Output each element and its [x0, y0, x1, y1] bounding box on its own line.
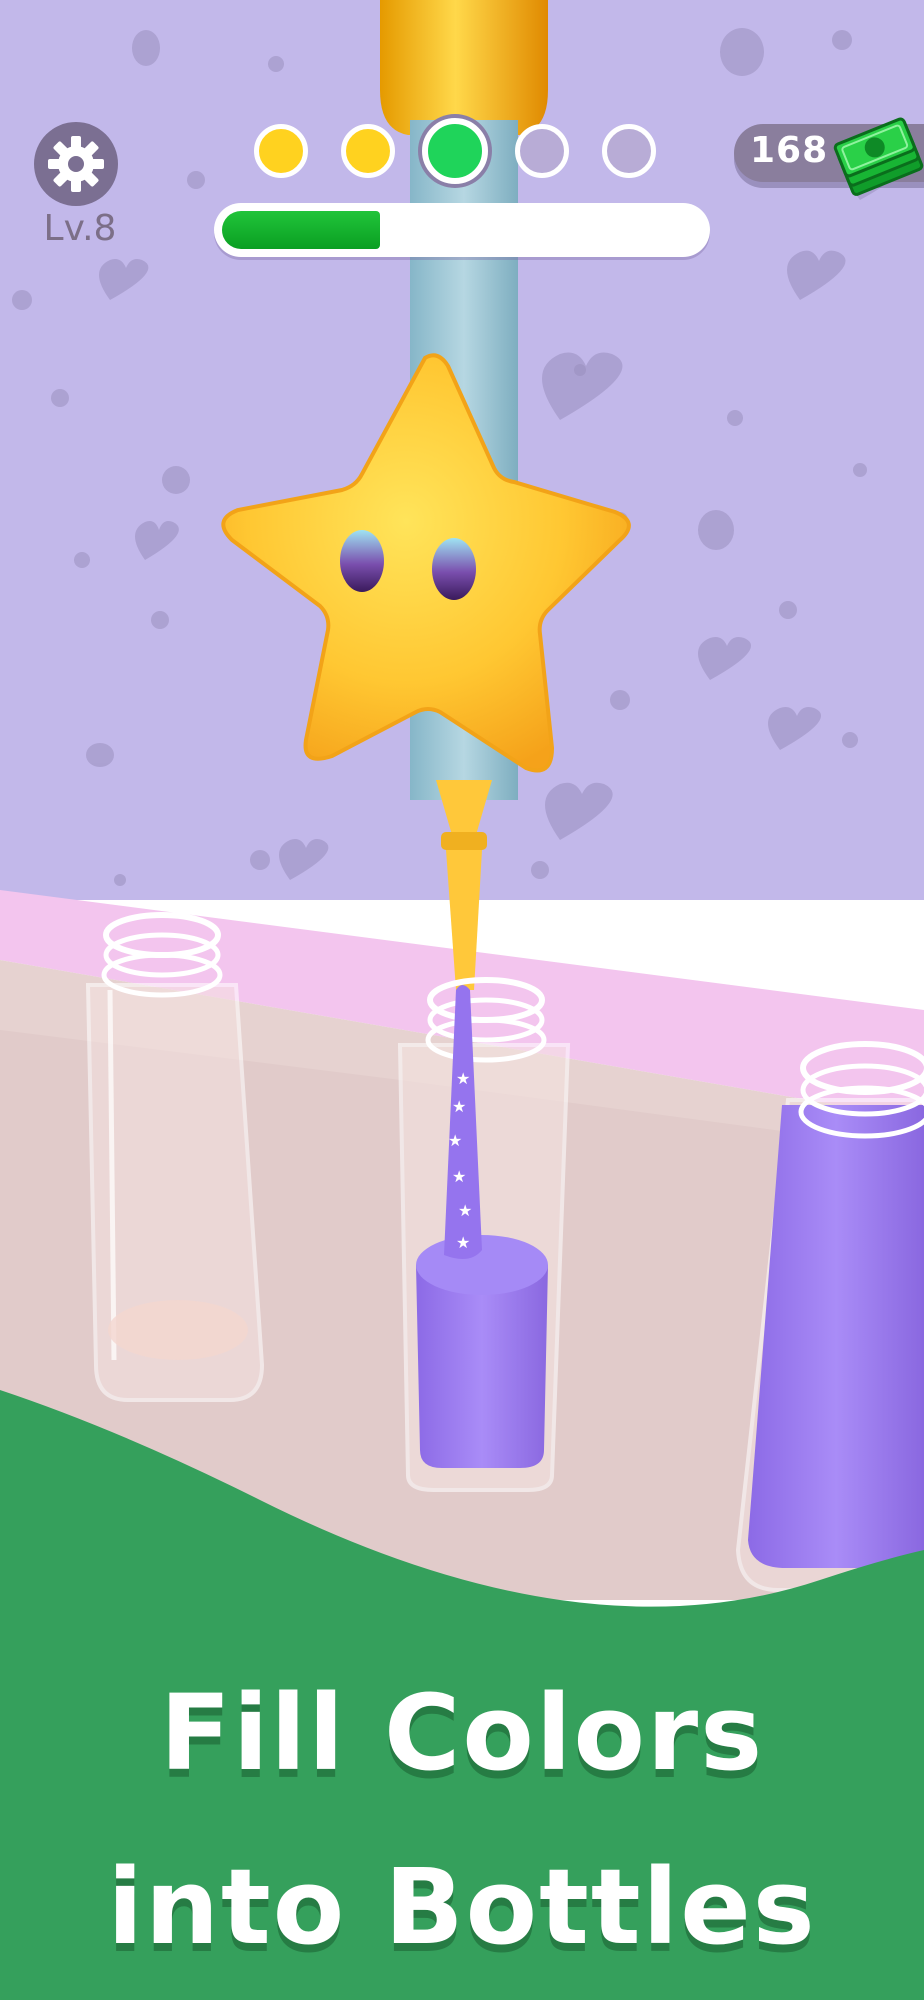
star-eye-right [432, 538, 476, 600]
svg-text:★: ★ [458, 1201, 472, 1220]
dispenser-collar [441, 832, 487, 850]
star-eye-left [340, 530, 384, 592]
cash-stack-icon [833, 117, 924, 196]
progress-bar [214, 203, 710, 257]
settings-button[interactable] [34, 122, 118, 206]
stage-dot-1 [254, 124, 308, 178]
caption-line-2: into Bottles [107, 1846, 817, 1968]
caption-line-1: Fill Colors [159, 1672, 765, 1794]
bottle-2-sand-top [416, 1235, 548, 1295]
bottle-empty[interactable] [85, 912, 265, 1402]
dispenser-nozzle [380, 0, 548, 135]
svg-text:★: ★ [452, 1097, 466, 1116]
stage-dot-5 [602, 124, 656, 178]
stage-dot-2 [341, 124, 395, 178]
stage-dot-3 [422, 118, 488, 184]
stage-indicator [254, 118, 674, 186]
bottle-filling[interactable] [397, 977, 571, 1492]
progress-fill [222, 211, 380, 249]
stage-dot-4 [515, 124, 569, 178]
svg-text:★: ★ [456, 1233, 470, 1252]
svg-text:★: ★ [452, 1167, 466, 1186]
bottle-2-sand [416, 1265, 548, 1468]
gear-icon [48, 136, 104, 192]
svg-text:★: ★ [448, 1131, 462, 1150]
cash-value: 168 [750, 130, 829, 171]
level-label: Lv.8 [43, 208, 117, 249]
svg-text:★: ★ [456, 1069, 470, 1088]
